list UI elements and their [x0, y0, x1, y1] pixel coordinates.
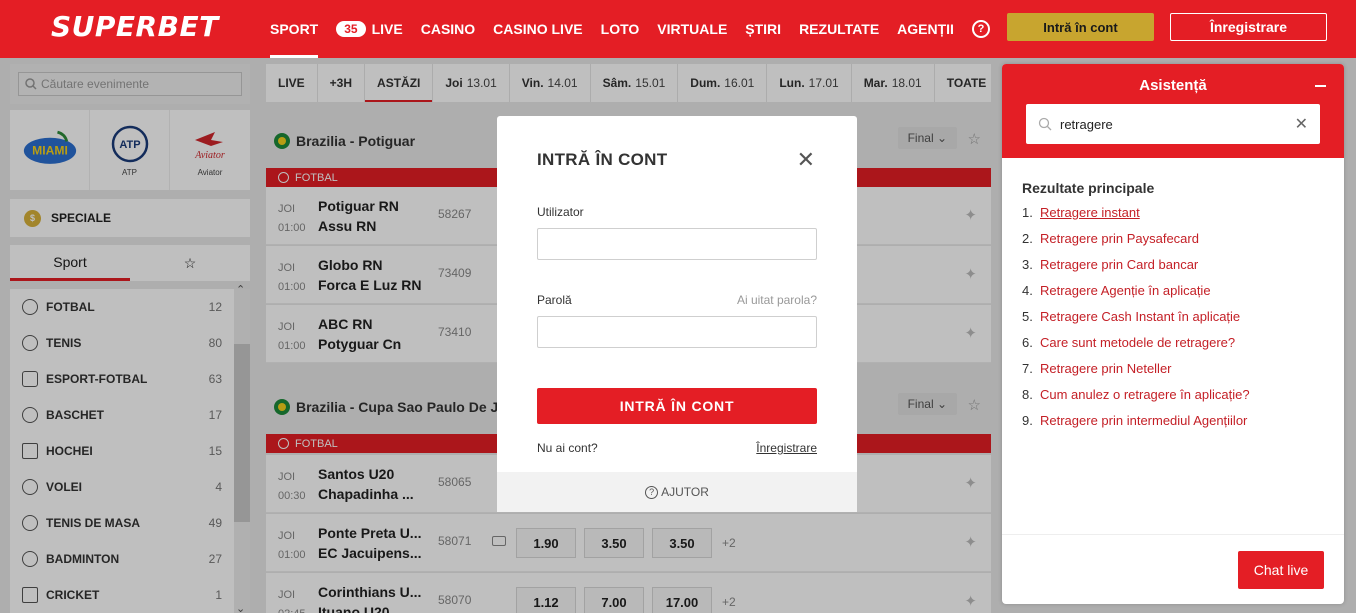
main-nav: SPORT 35 LIVE CASINO CASINO LIVE LOTO VIR…	[270, 0, 1008, 58]
result-item: 1. Retragere instant	[1022, 205, 1250, 231]
result-item: 5. Retragere Cash Instant în aplicație	[1022, 309, 1250, 335]
assistance-footer: Chat live	[1002, 534, 1344, 604]
result-number: 7.	[1022, 361, 1033, 376]
username-input[interactable]	[537, 228, 817, 260]
register-button[interactable]: Înregistrare	[1170, 13, 1327, 41]
clear-icon[interactable]: ✕	[1295, 114, 1308, 134]
nav-stiri-label: ȘTIRI	[745, 21, 782, 37]
result-link[interactable]: Retragere prin Neteller	[1040, 361, 1172, 387]
nav-casino-live[interactable]: CASINO LIVE	[493, 0, 582, 58]
nav-rezultate[interactable]: REZULTATE	[799, 0, 879, 58]
register-link[interactable]: Înregistrare	[756, 441, 817, 455]
result-number: 3.	[1022, 257, 1033, 272]
assistance-header: Asistență retragere ✕	[1002, 64, 1344, 158]
results-title: Rezultate principale	[1022, 180, 1155, 196]
result-link[interactable]: Retragere instant	[1040, 205, 1140, 231]
help-footer-button[interactable]: ? AJUTOR	[497, 472, 857, 512]
result-number: 1.	[1022, 205, 1033, 220]
question-icon: ?	[645, 485, 659, 499]
superbet-logo[interactable]: SUPERBET	[51, 10, 219, 43]
result-item: 2. Retragere prin Paysafecard	[1022, 231, 1250, 257]
nav-agentii-label: AGENȚII	[897, 21, 954, 37]
nav-virtuale-label: VIRTUALE	[657, 21, 728, 37]
result-link[interactable]: Retragere Cash Instant în aplicație	[1040, 309, 1240, 335]
nav-sport-label: SPORT	[270, 21, 319, 37]
nav-stiri[interactable]: ȘTIRI	[745, 0, 781, 58]
nav-help[interactable]: ?	[971, 0, 990, 58]
login-submit-button[interactable]: INTRĂ ÎN CONT	[537, 388, 817, 424]
nav-loto[interactable]: LOTO	[601, 0, 640, 58]
nav-agentii[interactable]: AGENȚII	[897, 0, 954, 58]
top-bar: SUPERBET SPORT 35 LIVE CASINO CASINO LIVE…	[0, 0, 1356, 58]
result-link[interactable]: Retragere prin Card bancar	[1040, 257, 1198, 283]
result-number: 8.	[1022, 387, 1033, 402]
result-number: 2.	[1022, 231, 1033, 246]
username-label: Utilizator	[537, 205, 584, 219]
result-link[interactable]: Retragere Agenție în aplicație	[1040, 283, 1211, 309]
search-icon	[1038, 117, 1052, 131]
password-input[interactable]	[537, 316, 817, 348]
result-number: 5.	[1022, 309, 1033, 324]
result-item: 6. Care sunt metodele de retragere?	[1022, 335, 1250, 361]
login-button[interactable]: Intră în cont	[1007, 13, 1154, 41]
assistance-panel: Asistență retragere ✕ Rezultate principa…	[1002, 64, 1344, 604]
help-footer-label: AJUTOR	[661, 485, 709, 499]
result-item: 4. Retragere Agenție în aplicație	[1022, 283, 1250, 309]
live-count-badge: 35	[336, 21, 366, 37]
result-number: 6.	[1022, 335, 1033, 350]
nav-casino[interactable]: CASINO	[421, 0, 475, 58]
assistance-title: Asistență	[1139, 77, 1207, 94]
result-item: 7. Retragere prin Neteller	[1022, 361, 1250, 387]
result-link[interactable]: Cum anulez o retragere în aplicație?	[1040, 387, 1250, 413]
no-account-text: Nu ai cont?	[537, 441, 598, 455]
assistance-search-input[interactable]: retragere ✕	[1026, 104, 1320, 144]
result-link[interactable]: Retragere prin Paysafecard	[1040, 231, 1199, 257]
nav-sport[interactable]: SPORT	[270, 0, 319, 58]
password-label: Parolă	[537, 293, 572, 307]
assistance-search-value: retragere	[1060, 116, 1113, 132]
nav-casino-label: CASINO	[420, 21, 476, 37]
nav-virtuale[interactable]: VIRTUALE	[657, 0, 727, 58]
forgot-password-link[interactable]: Ai uitat parola?	[737, 293, 817, 307]
nav-live-label: LIVE	[371, 21, 403, 37]
login-modal: INTRĂ ÎN CONT ✕ Utilizator Parolă Ai uit…	[497, 116, 857, 512]
nav-rezultate-label: REZULTATE	[799, 21, 880, 37]
result-item: 8. Cum anulez o retragere în aplicație?	[1022, 387, 1250, 413]
close-icon[interactable]: ✕	[797, 149, 815, 171]
help-icon: ?	[971, 20, 990, 38]
result-number: 4.	[1022, 283, 1033, 298]
result-number: 9.	[1022, 413, 1033, 428]
result-item: 9. Retragere prin intermediul Agențiilor	[1022, 413, 1250, 439]
result-link[interactable]: Retragere prin intermediul Agențiilor	[1040, 413, 1247, 439]
chat-live-button[interactable]: Chat live	[1238, 551, 1324, 589]
nav-loto-label: LOTO	[600, 21, 640, 37]
result-item: 3. Retragere prin Card bancar	[1022, 257, 1250, 283]
minimize-icon[interactable]	[1315, 85, 1326, 87]
result-link[interactable]: Care sunt metodele de retragere?	[1040, 335, 1235, 361]
nav-live[interactable]: 35 LIVE	[336, 0, 403, 58]
results-list: 1. Retragere instant 2. Retragere prin Pay…	[1022, 205, 1250, 439]
login-modal-title: INTRĂ ÎN CONT	[537, 150, 668, 169]
nav-casino-live-label: CASINO LIVE	[493, 21, 583, 37]
